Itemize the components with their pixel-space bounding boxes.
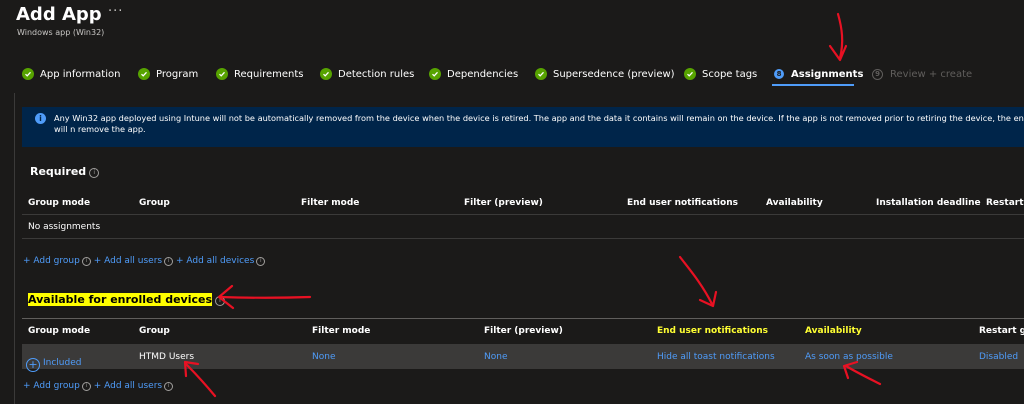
step-label: Assignments [791,68,864,80]
page-title: Add App [16,4,102,25]
step-review-create: 9 Review + create [872,66,972,82]
more-options-icon[interactable]: ··· [108,4,123,19]
group-cell: HTMD Users [139,352,195,362]
step-program[interactable]: Program [138,66,198,82]
step-detection-rules[interactable]: Detection rules [320,66,414,82]
checkmark-icon [22,68,34,80]
available-add-links: + Add group i + Add all users i [23,381,174,391]
info-icon[interactable]: i [164,256,174,266]
checkmark-icon [535,68,547,80]
step-label: Review + create [890,68,973,80]
info-icon[interactable]: i [256,256,266,266]
required-col-restart: Restart g [986,198,1024,208]
available-section-title: Available for enrolled devices i [28,293,225,306]
table-divider [22,238,1024,239]
add-all-users-link[interactable]: + Add all users [94,381,162,391]
filter-cell[interactable]: None [484,352,507,362]
info-icon[interactable]: i [89,167,100,178]
arrow-to-available-section [217,284,312,310]
available-col-notifications: End user notifications [657,326,768,336]
checkmark-icon [320,68,332,80]
arrow-to-notifications [678,255,718,308]
step-label: Scope tags [702,68,758,80]
availability-cell[interactable]: As soon as possible [805,352,893,362]
checkmark-icon [429,68,441,80]
step-assignments[interactable]: 8 Assignments [774,66,863,82]
required-col-filter-mode: Filter mode [301,198,360,208]
info-icon[interactable]: i [164,381,174,391]
add-all-devices-link[interactable]: + Add all devices [176,256,254,266]
step-dependencies[interactable]: Dependencies [429,66,518,82]
table-divider [22,214,1024,215]
info-icon[interactable]: i [81,381,91,391]
required-col-deadline: Installation deadline [876,198,981,208]
available-col-group: Group [139,326,170,336]
required-col-group-mode: Group mode [28,198,91,208]
step-app-information[interactable]: App information [22,66,120,82]
filter-mode-cell[interactable]: None [312,352,335,362]
available-col-filter: Filter (preview) [484,326,563,336]
info-icon[interactable]: i [215,295,225,306]
step-number-icon: 8 [774,69,784,79]
active-step-underline [772,84,854,86]
info-icon[interactable]: i [81,256,91,266]
step-label: Supersedence (preview) [553,68,675,80]
page-subtitle: Windows app (Win32) [17,28,105,37]
available-col-group-mode: Group mode [28,326,91,336]
available-col-filter-mode: Filter mode [312,326,371,336]
step-label: Detection rules [338,68,415,80]
checkmark-icon [216,68,228,80]
required-section-title: Required i [30,165,100,178]
step-label: Program [156,68,199,80]
step-requirements[interactable]: Requirements [216,66,304,82]
info-banner: i Any Win32 app deployed using Intune wi… [22,107,1024,147]
info-icon: i [35,113,46,124]
step-scope-tags[interactable]: Scope tags [684,66,757,82]
step-label: Dependencies [447,68,519,80]
available-col-availability: Availability [805,326,862,336]
available-col-restart: Restart gr [979,326,1024,336]
group-mode-value[interactable]: Included [43,358,81,368]
add-group-link[interactable]: + Add group [23,256,80,266]
checkmark-icon [138,68,150,80]
table-divider [22,318,1024,319]
notifications-cell[interactable]: Hide all toast notifications [657,352,775,362]
required-col-filter: Filter (preview) [464,198,543,208]
group-mode-cell[interactable]: + Included [26,350,81,372]
step-label: App information [40,68,121,80]
add-circle-icon: + [26,357,40,372]
add-all-users-link[interactable]: + Add all users [94,256,162,266]
empty-assignments-text: No assignments [28,222,101,232]
add-group-link[interactable]: + Add group [23,381,80,391]
step-label: Requirements [234,68,304,80]
required-add-links: + Add group i + Add all users i + Add all … [23,256,266,266]
restart-cell[interactable]: Disabled [979,352,1018,362]
required-col-notifications: End user notifications [627,198,738,208]
arrow-to-assignments [828,12,848,62]
step-number-icon: 9 [872,68,883,80]
checkmark-icon [684,68,696,80]
step-supersedence[interactable]: Supersedence (preview) [535,66,675,82]
content-divider [14,93,15,404]
banner-text: Any Win32 app deployed using Intune will… [54,113,1024,134]
required-col-availability: Availability [766,198,823,208]
required-col-group: Group [139,198,170,208]
